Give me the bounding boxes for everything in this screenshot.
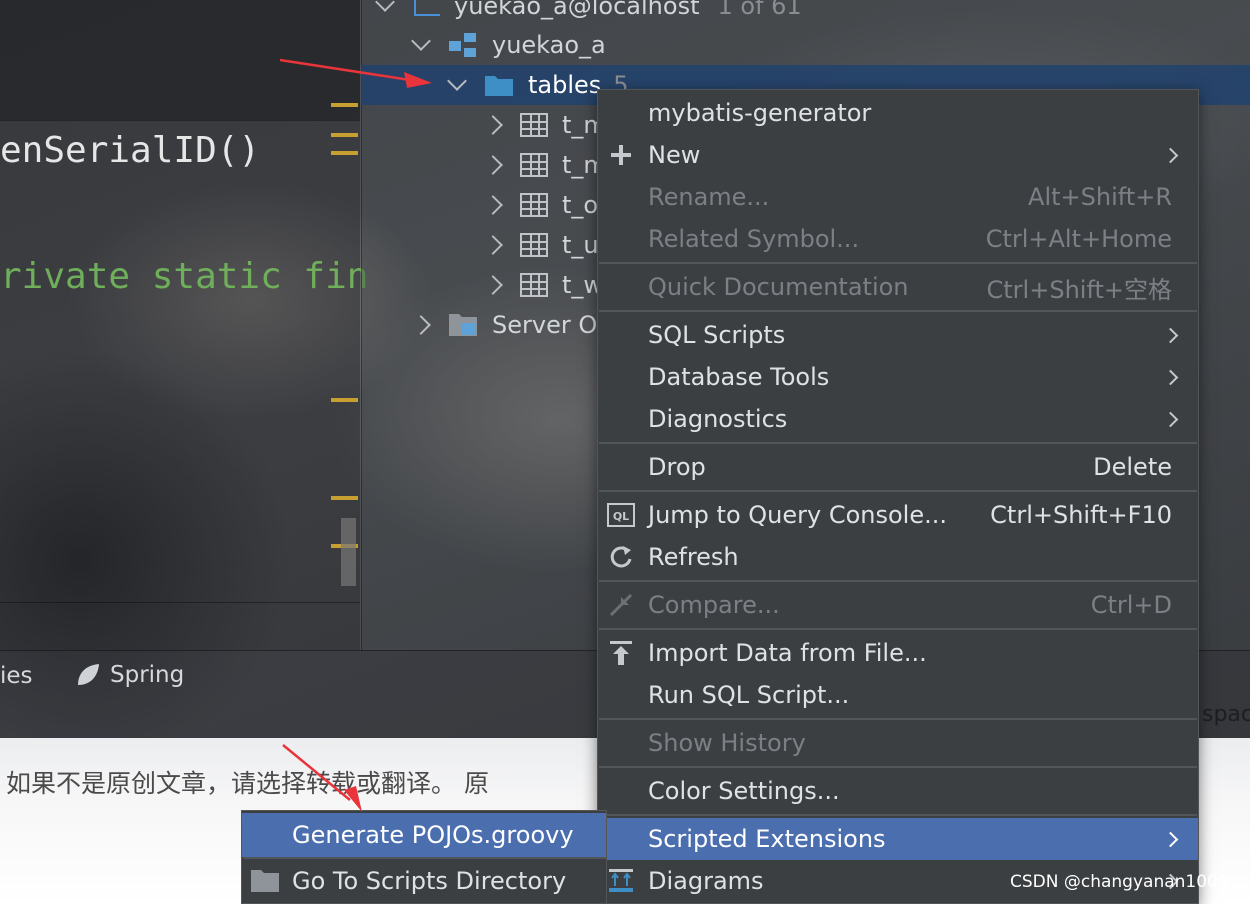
annotation-arrow: [282, 744, 351, 801]
annotation-arrowhead: [404, 72, 432, 88]
csdn-watermark: CSDN @changyanan1009: [1010, 872, 1229, 892]
annotation-arrowhead: [344, 786, 362, 812]
annotation-arrows: [279, 58, 432, 812]
annotation-arrow: [279, 58, 411, 82]
